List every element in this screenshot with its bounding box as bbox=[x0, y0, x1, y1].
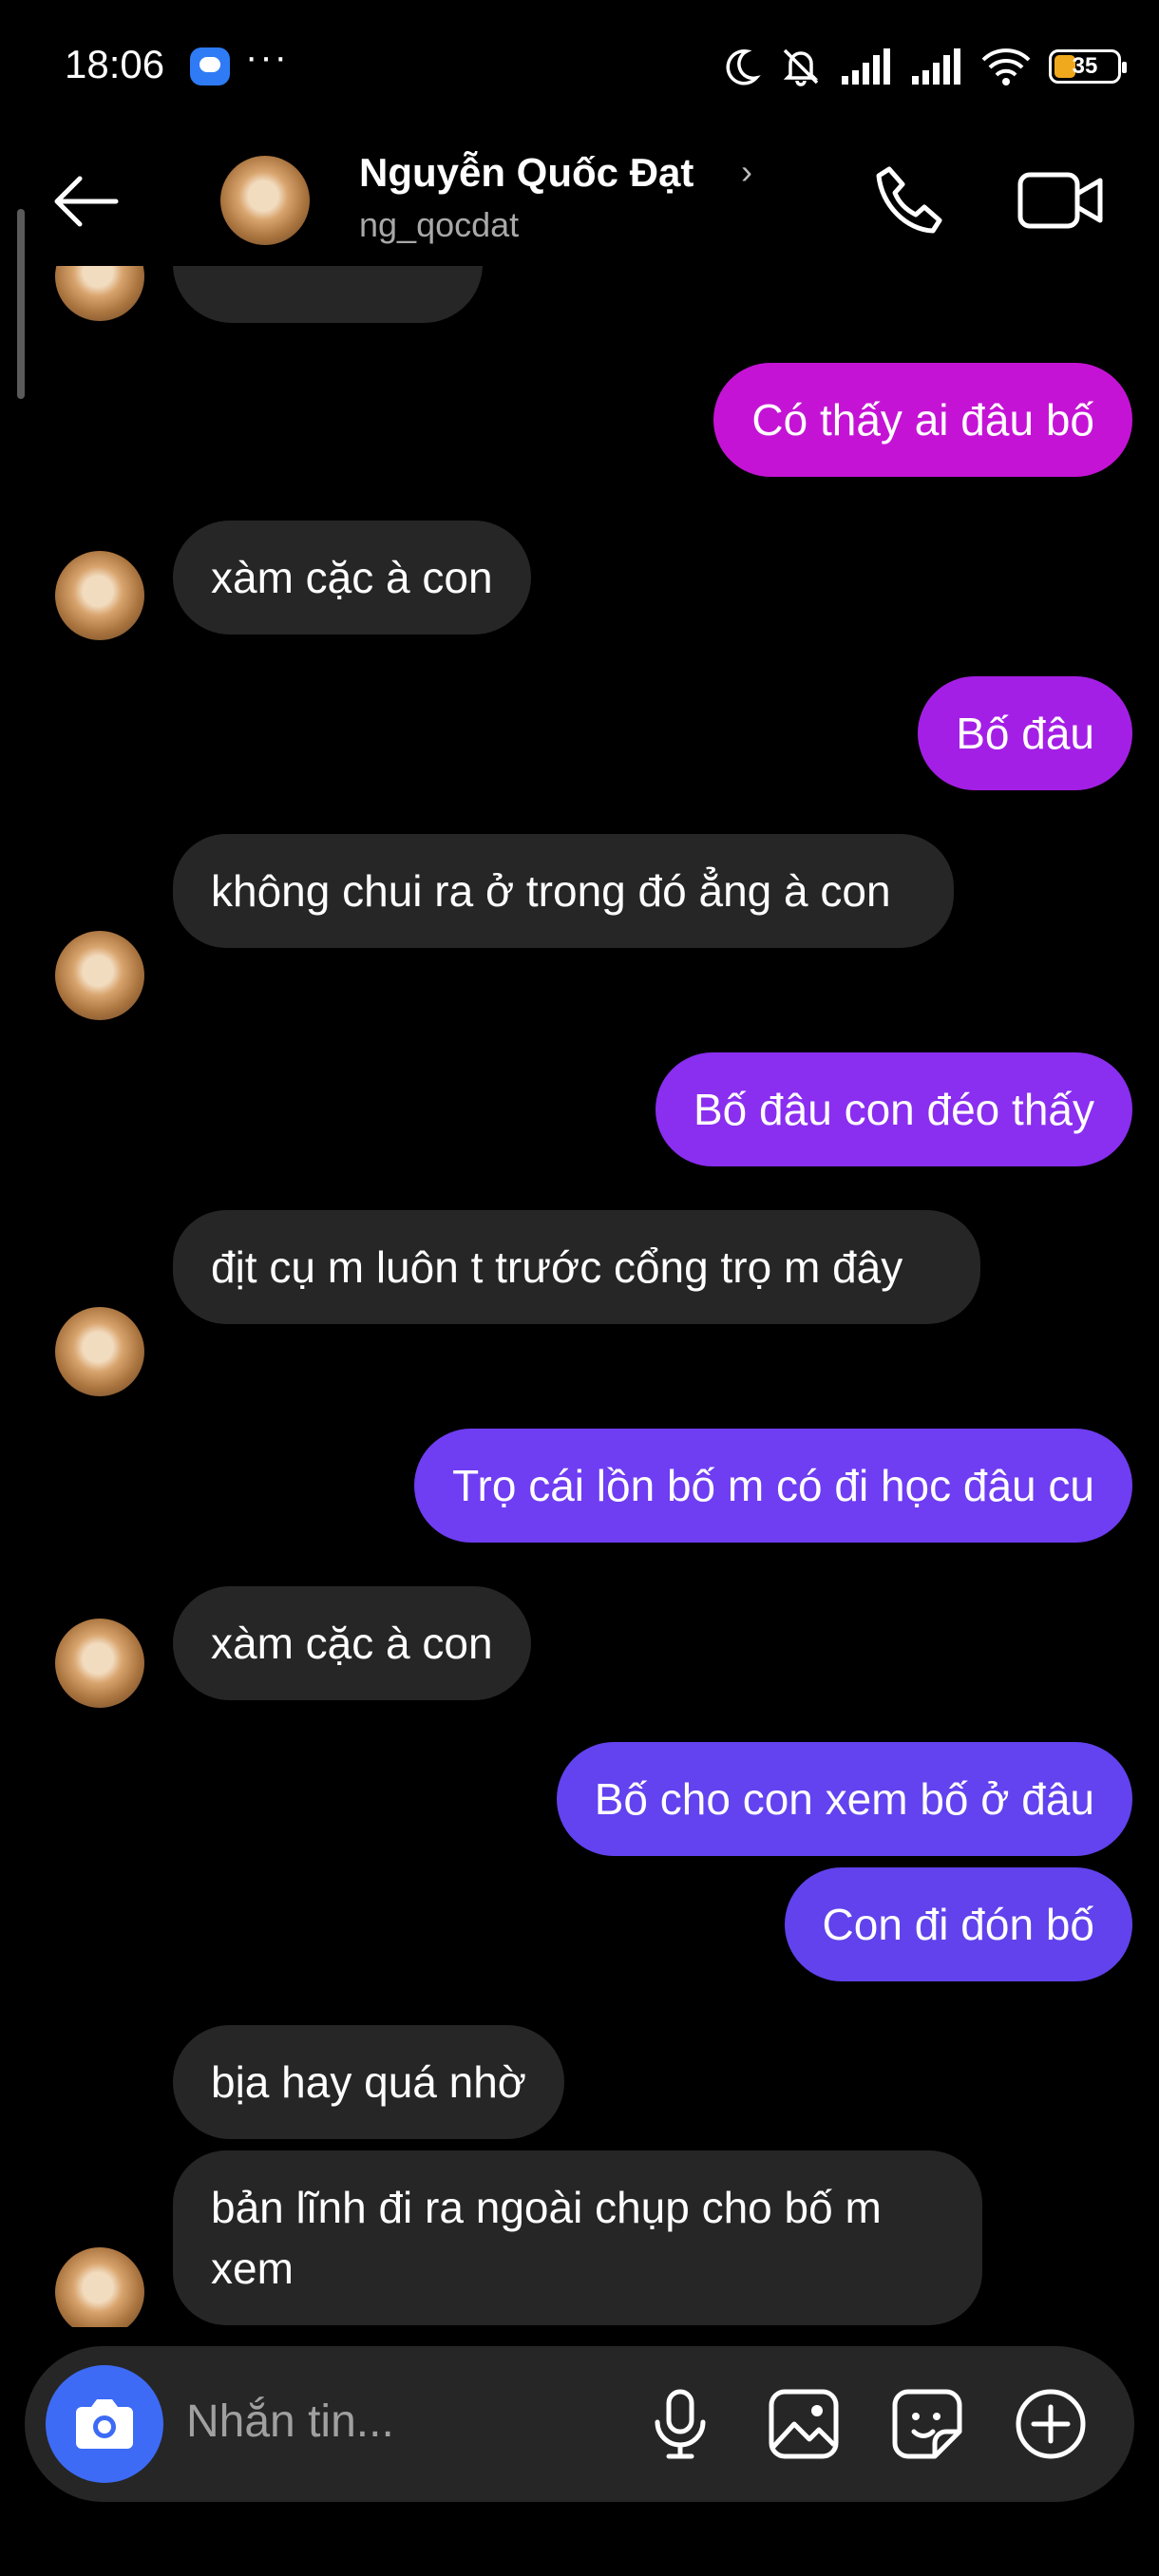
message-out[interactable]: Bố đâu con đéo thấy bbox=[656, 1052, 1132, 1166]
status-time: 18:06 bbox=[65, 42, 165, 86]
microphone-icon[interactable] bbox=[640, 2384, 720, 2464]
messenger-notification-icon bbox=[190, 47, 230, 85]
camera-icon bbox=[76, 2399, 133, 2449]
wifi-icon bbox=[981, 48, 1031, 85]
contact-name[interactable]: Nguyễn Quốc Đạt bbox=[359, 150, 694, 196]
status-icons: 35 bbox=[720, 38, 1127, 95]
message-text: không chui ra ở trong đó ẳng à con bbox=[211, 866, 891, 916]
chat-header: Nguyễn Quốc Đạt › ng_qocdat bbox=[0, 133, 1159, 266]
message-composer: Nhắn tin... bbox=[25, 2346, 1134, 2502]
message-in[interactable]: xàm cặc à con bbox=[173, 1586, 531, 1700]
sender-avatar bbox=[55, 266, 144, 321]
message-out[interactable]: Con đi đón bố bbox=[784, 1867, 1132, 1981]
sticker-icon[interactable] bbox=[887, 2384, 967, 2464]
more-notifications-indicator: ··· bbox=[245, 36, 289, 78]
message-text: xàm cặc à con bbox=[211, 1619, 493, 1668]
contact-avatar[interactable] bbox=[220, 156, 310, 245]
message-out[interactable]: Trọ cái lồn bố m có đi học đâu cu bbox=[414, 1429, 1132, 1543]
phone-icon[interactable] bbox=[870, 161, 950, 241]
message-in[interactable]: không chui ra ở trong đó ẳng à con bbox=[173, 834, 954, 948]
bell-off-icon bbox=[783, 48, 819, 86]
message-list: Có thấy ai đâu bố xàm cặc à con Bố đâu k… bbox=[0, 266, 1159, 2327]
message-text: bản lĩnh đi ra ngoài chụp cho bố m xem bbox=[211, 2183, 882, 2293]
message-in[interactable]: địt cụ m luôn t trước cổng trọ m đây bbox=[173, 1210, 980, 1324]
chevron-right-icon[interactable]: › bbox=[741, 152, 752, 192]
moon-icon bbox=[726, 49, 761, 85]
message-out[interactable]: Bố đâu bbox=[918, 676, 1132, 790]
message-bubble-partial bbox=[173, 266, 483, 323]
sender-avatar bbox=[55, 1619, 144, 1708]
contact-username[interactable]: ng_qocdat bbox=[359, 205, 519, 245]
message-input[interactable]: Nhắn tin... bbox=[186, 2396, 394, 2448]
sender-avatar bbox=[55, 551, 144, 640]
signal-icon bbox=[842, 48, 890, 85]
message-text: Trọ cái lồn bố m có đi học đâu cu bbox=[452, 1461, 1094, 1510]
message-text: địt cụ m luôn t trước cổng trọ m đây bbox=[211, 1242, 903, 1292]
status-bar: 18:06 ··· 35 bbox=[0, 0, 1159, 133]
message-text: Bố đâu con đéo thấy bbox=[694, 1085, 1094, 1134]
message-text: Bố đâu bbox=[956, 709, 1094, 758]
sender-avatar bbox=[55, 1307, 144, 1396]
video-camera-icon[interactable] bbox=[1016, 165, 1106, 236]
message-text: Con đi đón bố bbox=[822, 1900, 1094, 1949]
message-out[interactable]: Có thấy ai đâu bố bbox=[713, 363, 1132, 477]
camera-button[interactable] bbox=[46, 2365, 163, 2483]
message-in[interactable]: bản lĩnh đi ra ngoài chụp cho bố m xem bbox=[173, 2150, 982, 2325]
message-text: Bố cho con xem bố ở đâu bbox=[594, 1774, 1094, 1824]
message-text: xàm cặc à con bbox=[211, 553, 493, 602]
sender-avatar bbox=[55, 931, 144, 1020]
plus-circle-icon[interactable] bbox=[1011, 2384, 1091, 2464]
gallery-icon[interactable] bbox=[764, 2384, 844, 2464]
message-text: Có thấy ai đâu bố bbox=[751, 395, 1094, 445]
battery-level: 35 bbox=[1072, 53, 1098, 79]
sender-avatar bbox=[55, 2247, 144, 2327]
back-arrow-icon[interactable] bbox=[48, 173, 124, 230]
signal-icon-2 bbox=[912, 48, 960, 85]
message-in[interactable]: xàm cặc à con bbox=[173, 521, 531, 635]
message-out[interactable]: Bố cho con xem bố ở đâu bbox=[556, 1742, 1132, 1856]
battery-icon: 35 bbox=[1049, 49, 1127, 84]
message-text: bịa hay quá nhờ bbox=[211, 2057, 526, 2107]
message-in[interactable]: bịa hay quá nhờ bbox=[173, 2025, 564, 2139]
